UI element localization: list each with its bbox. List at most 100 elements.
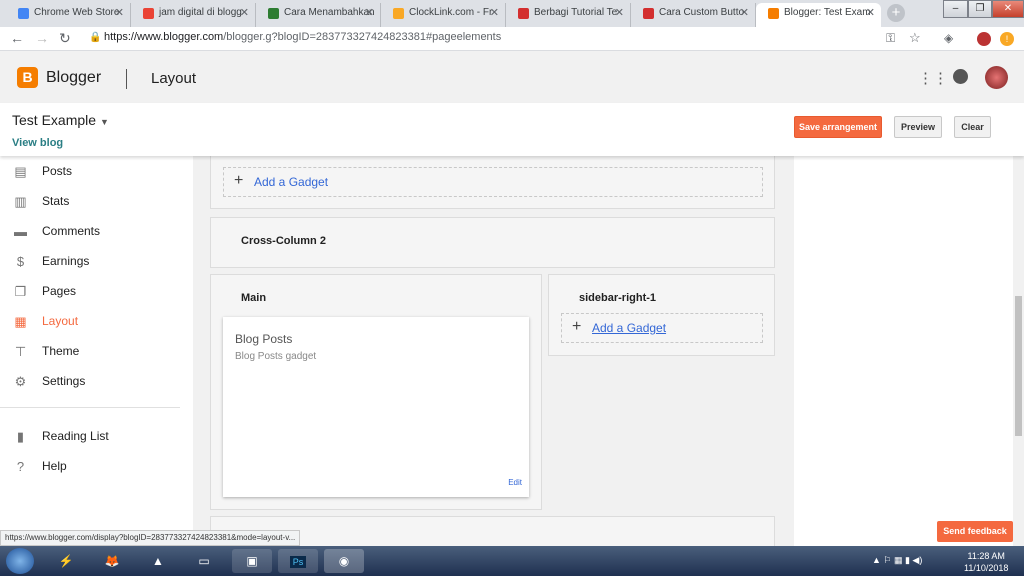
chrome-icon[interactable]: ◉	[324, 549, 364, 573]
status-link-preview: https://www.blogger.com/display?blogID=2…	[0, 530, 301, 546]
new-tab-button[interactable]: +	[887, 4, 905, 22]
browser-toolbar: ← → ↻ 🔒 https://www.blogger.com/blogger.…	[0, 27, 1024, 51]
close-tab-icon[interactable]: ✕	[490, 3, 499, 23]
blog-name: Test Example	[12, 112, 97, 128]
image-viewer-icon[interactable]: ▣	[232, 549, 272, 573]
browser-tab[interactable]: ClockLink.com - Fr ✕	[381, 3, 506, 27]
account-avatar[interactable]	[985, 66, 1008, 89]
page-scrollbar[interactable]	[1013, 156, 1024, 546]
sidebar-item-label: Help	[42, 459, 67, 473]
firefox-icon[interactable]: 🦊	[92, 549, 132, 573]
alert-icon[interactable]: !	[1000, 32, 1014, 46]
browser-tab[interactable]: Cara Custom Butto ✕	[631, 3, 756, 27]
tab-title: Berbagi Tutorial Te	[534, 7, 618, 18]
tab-title: Blogger: Test Exam	[784, 7, 871, 18]
theme-icon: ⊤	[14, 344, 27, 359]
star-icon[interactable]: ☆	[909, 30, 921, 46]
reload-icon[interactable]: ↻	[59, 30, 71, 47]
bookmark-icon: ▮	[16, 429, 25, 444]
add-gadget-link[interactable]: + Add a Gadget	[223, 167, 763, 197]
sidebar-item-earnings[interactable]: $ Earnings	[0, 252, 193, 278]
pages-icon: ❐	[14, 284, 27, 299]
vlc-icon[interactable]: ▲	[138, 549, 178, 573]
tab-title: ClockLink.com - Fr	[409, 7, 493, 18]
blog-selector[interactable]: Test Example ▼	[12, 112, 109, 128]
blogger-icon	[768, 8, 779, 19]
close-tab-icon[interactable]: ✕	[866, 3, 875, 23]
blog-posts-gadget[interactable]: Blog Posts Blog Posts gadget Edit	[223, 317, 529, 497]
sidebar-item-label: Layout	[42, 314, 79, 328]
site-icon	[643, 8, 654, 19]
gadget-edit-link[interactable]: Edit	[508, 478, 522, 487]
stats-icon: ▥	[14, 194, 27, 209]
blog-subheader: Test Example ▼ View blog Save arrangemen…	[0, 103, 1024, 156]
sidebar-item-comments[interactable]: ▬ Comments	[0, 222, 193, 248]
caret-down-icon: ▼	[99, 117, 109, 127]
save-arrangement-button[interactable]: Save arrangement	[794, 116, 882, 138]
sidebar-item-label: Stats	[42, 194, 70, 208]
sidebar-item-settings[interactable]: ⚙ Settings	[0, 372, 193, 398]
sidebar-item-reading-list[interactable]: ▮ Reading List	[0, 427, 193, 453]
back-icon[interactable]: ←	[10, 30, 24, 46]
view-blog-link[interactable]: View blog	[12, 137, 63, 149]
clock-time: 11:28 AM	[967, 551, 1005, 561]
browser-tab[interactable]: Blogger: Test Exam ✕	[756, 3, 881, 27]
google-icon	[143, 8, 154, 19]
sidebar-item-label: Earnings	[42, 254, 90, 268]
notifications-icon[interactable]	[953, 69, 968, 84]
posts-icon: ▤	[14, 164, 27, 179]
close-tab-icon[interactable]: ✕	[740, 3, 749, 23]
sidebar-divider	[0, 407, 180, 408]
scrollbar-thumb[interactable]	[1015, 296, 1022, 436]
file-explorer-icon[interactable]: ▭	[184, 549, 224, 573]
browser-tab[interactable]: Berbagi Tutorial Te ✕	[506, 3, 631, 27]
close-tab-icon[interactable]: ✕	[240, 3, 249, 23]
minimize-button[interactable]: –	[943, 0, 968, 18]
plus-icon: +	[234, 172, 244, 189]
gadget-subtitle: Blog Posts gadget	[235, 351, 317, 362]
forward-icon[interactable]: →	[35, 30, 49, 46]
sidebar-item-pages[interactable]: ❐ Pages	[0, 282, 193, 308]
sidebar-item-help[interactable]: ? Help	[0, 457, 193, 483]
add-gadget-link[interactable]: + Add a Gadget	[561, 313, 763, 343]
section-title: sidebar-right-1	[579, 292, 657, 304]
windows-taskbar: ⚡ 🦊 ▲ ▭ ▣ Ps ◉ ▲ ⚐ ▦ ▮ ◀) 11:28 AM 11/10…	[0, 546, 1024, 576]
close-tab-icon[interactable]: ✕	[615, 3, 624, 23]
blogger-logo-icon[interactable]: B	[17, 67, 38, 88]
apps-grid-icon[interactable]: ⋮⋮	[918, 69, 948, 87]
tray-icons[interactable]: ▲ ⚐ ▦ ▮ ◀)	[872, 555, 922, 566]
layout-editor: + Add a Gadget Cross-Column 2 Main Blog …	[193, 156, 794, 546]
sidebar-item-label: Reading List	[42, 429, 109, 443]
system-clock[interactable]: 11:28 AM 11/10/2018	[964, 550, 1008, 574]
sidebar-item-layout[interactable]: ▦ Layout	[0, 312, 193, 338]
address-bar[interactable]: https://www.blogger.com/blogger.g?blogID…	[104, 31, 501, 43]
browser-tab[interactable]: Chrome Web Store ✕	[6, 3, 131, 27]
close-tab-icon[interactable]: ✕	[115, 3, 124, 23]
winamp-icon[interactable]: ⚡	[46, 549, 86, 573]
clear-button[interactable]: Clear	[954, 116, 991, 138]
preview-button[interactable]: Preview	[894, 116, 942, 138]
sidebar-item-stats[interactable]: ▥ Stats	[0, 192, 193, 218]
browser-tab[interactable]: jam digital di blogg ✕	[131, 3, 256, 27]
url-path: /blogger.g?blogID=283773327424823381#pag…	[223, 31, 502, 43]
sidebar-item-posts[interactable]: ▤ Posts	[0, 162, 193, 188]
maximize-button[interactable]: ❐	[968, 0, 992, 18]
photoshop-icon[interactable]: Ps	[278, 549, 318, 573]
key-icon[interactable]: ⚿	[886, 31, 895, 46]
site-icon	[518, 8, 529, 19]
sidebar-item-label: Posts	[42, 164, 73, 178]
add-gadget-label: Add a Gadget	[254, 175, 329, 189]
sidebar-item-theme[interactable]: ⊤ Theme	[0, 342, 193, 368]
tab-title: jam digital di blogg	[159, 7, 242, 18]
close-tab-icon[interactable]: ✕	[365, 3, 374, 23]
close-window-button[interactable]: ✕	[992, 0, 1024, 18]
tab-title: Chrome Web Store	[34, 7, 120, 18]
start-button[interactable]	[6, 548, 34, 574]
send-feedback-button[interactable]: Send feedback	[937, 521, 1013, 542]
profile-avatar[interactable]	[977, 32, 991, 46]
lock-icon: 🔒	[89, 32, 102, 43]
section-title: Main	[241, 292, 267, 304]
add-gadget-label: Add a Gadget	[592, 321, 667, 335]
extension-icon[interactable]: ◈	[944, 31, 953, 45]
browser-tab[interactable]: Cara Menambahkan ✕	[256, 3, 381, 27]
